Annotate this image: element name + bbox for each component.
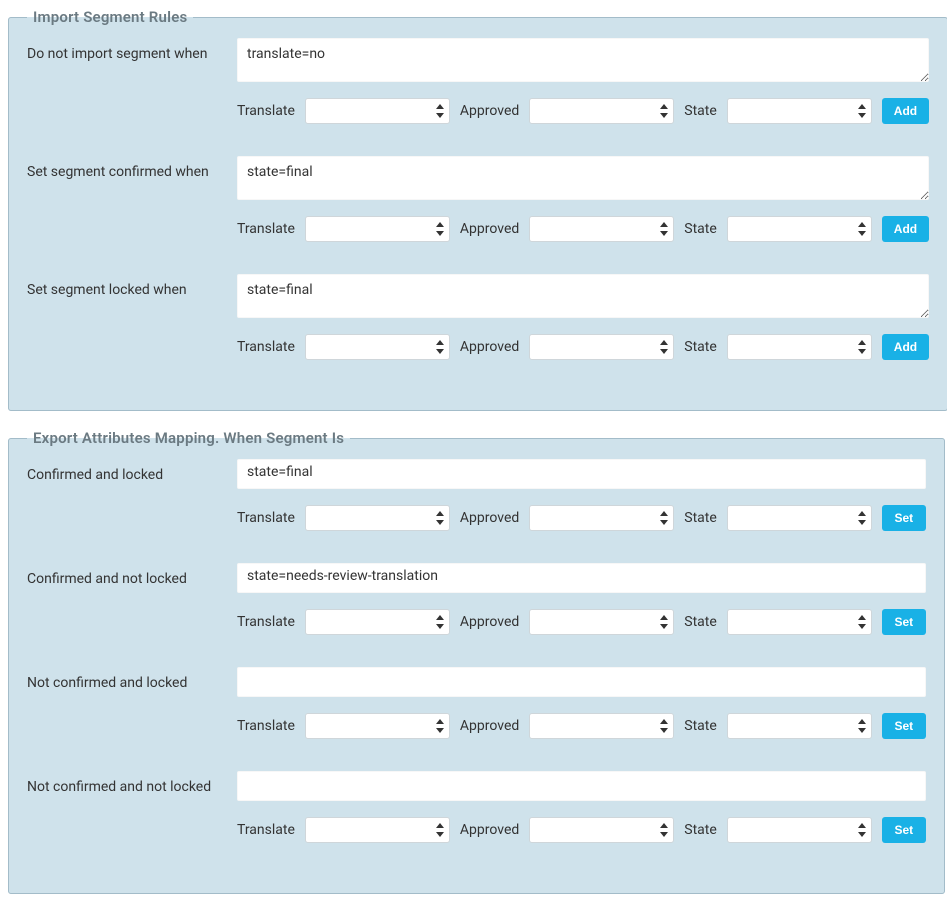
- state-label: State: [684, 822, 717, 838]
- translate-label: Translate: [237, 510, 295, 526]
- state-label: State: [684, 614, 717, 630]
- import-rule-label: Set segment confirmed when: [27, 156, 227, 242]
- import-rule-label: Do not import segment when: [27, 38, 227, 124]
- export-rule: Confirmed and not locked Translate Appro…: [27, 563, 926, 635]
- approved-label: Approved: [460, 718, 519, 734]
- approved-label: Approved: [460, 510, 519, 526]
- set-button[interactable]: Set: [882, 713, 926, 739]
- translate-label: Translate: [237, 339, 295, 355]
- approved-label: Approved: [460, 103, 519, 119]
- export-rule-controls: Translate Approved State Set: [237, 713, 926, 739]
- export-rule-label: Not confirmed and locked: [27, 667, 227, 739]
- export-rule: Not confirmed and not locked Translate A…: [27, 771, 926, 843]
- set-button[interactable]: Set: [882, 609, 926, 635]
- translate-select[interactable]: [305, 609, 450, 635]
- export-legend: Export Attributes Mapping. When Segment …: [27, 429, 350, 447]
- approved-label: Approved: [460, 339, 519, 355]
- approved-select[interactable]: [529, 98, 674, 124]
- state-select[interactable]: [727, 334, 872, 360]
- export-rule-label: Confirmed and locked: [27, 459, 227, 531]
- export-rule-controls: Translate Approved State Set: [237, 505, 926, 531]
- export-rule-controls: Translate Approved State Set: [237, 817, 926, 843]
- set-button[interactable]: Set: [882, 505, 926, 531]
- translate-label: Translate: [237, 103, 295, 119]
- state-select[interactable]: [727, 216, 872, 242]
- state-label: State: [684, 221, 717, 237]
- import-segment-rules-panel: Import Segment Rules Do not import segme…: [8, 8, 947, 411]
- export-rule-label: Confirmed and not locked: [27, 563, 227, 635]
- translate-select[interactable]: [305, 817, 450, 843]
- translate-select[interactable]: [305, 505, 450, 531]
- import-rule: Set segment confirmed when Translate App…: [27, 156, 929, 242]
- import-rule-controls: Translate Approved State Add: [237, 98, 929, 124]
- import-rule-textarea[interactable]: [237, 156, 929, 200]
- export-rule: Not confirmed and locked Translate Appro…: [27, 667, 926, 739]
- translate-select[interactable]: [305, 334, 450, 360]
- export-rule-textarea[interactable]: [237, 667, 926, 697]
- translate-label: Translate: [237, 614, 295, 630]
- approved-select[interactable]: [529, 334, 674, 360]
- approved-label: Approved: [460, 614, 519, 630]
- approved-label: Approved: [460, 221, 519, 237]
- approved-select[interactable]: [529, 713, 674, 739]
- translate-select[interactable]: [305, 98, 450, 124]
- import-legend: Import Segment Rules: [27, 8, 193, 26]
- import-rule-textarea[interactable]: [237, 38, 929, 82]
- translate-label: Translate: [237, 718, 295, 734]
- state-select[interactable]: [727, 817, 872, 843]
- approved-select[interactable]: [529, 609, 674, 635]
- add-button[interactable]: Add: [882, 216, 929, 242]
- export-attributes-panel: Export Attributes Mapping. When Segment …: [8, 429, 945, 894]
- export-rule-textarea[interactable]: [237, 563, 926, 593]
- state-select[interactable]: [727, 609, 872, 635]
- export-rule-label: Not confirmed and not locked: [27, 771, 227, 843]
- translate-select[interactable]: [305, 216, 450, 242]
- add-button[interactable]: Add: [882, 334, 929, 360]
- state-label: State: [684, 510, 717, 526]
- export-rule-textarea[interactable]: [237, 771, 926, 801]
- approved-label: Approved: [460, 822, 519, 838]
- set-button[interactable]: Set: [882, 817, 926, 843]
- approved-select[interactable]: [529, 216, 674, 242]
- state-select[interactable]: [727, 713, 872, 739]
- state-select[interactable]: [727, 98, 872, 124]
- translate-label: Translate: [237, 822, 295, 838]
- import-rule-controls: Translate Approved State Add: [237, 334, 929, 360]
- state-select[interactable]: [727, 505, 872, 531]
- export-rule-textarea[interactable]: [237, 459, 926, 489]
- translate-select[interactable]: [305, 713, 450, 739]
- translate-label: Translate: [237, 221, 295, 237]
- approved-select[interactable]: [529, 505, 674, 531]
- export-rule-controls: Translate Approved State Set: [237, 609, 926, 635]
- export-rule: Confirmed and locked Translate Approved …: [27, 459, 926, 531]
- import-rule-label: Set segment locked when: [27, 274, 227, 360]
- add-button[interactable]: Add: [882, 98, 929, 124]
- state-label: State: [684, 718, 717, 734]
- state-label: State: [684, 103, 717, 119]
- approved-select[interactable]: [529, 817, 674, 843]
- import-rule-controls: Translate Approved State Add: [237, 216, 929, 242]
- import-rule: Do not import segment when Translate App…: [27, 38, 929, 124]
- state-label: State: [684, 339, 717, 355]
- import-rule-textarea[interactable]: [237, 274, 929, 318]
- import-rule: Set segment locked when Translate Approv…: [27, 274, 929, 360]
